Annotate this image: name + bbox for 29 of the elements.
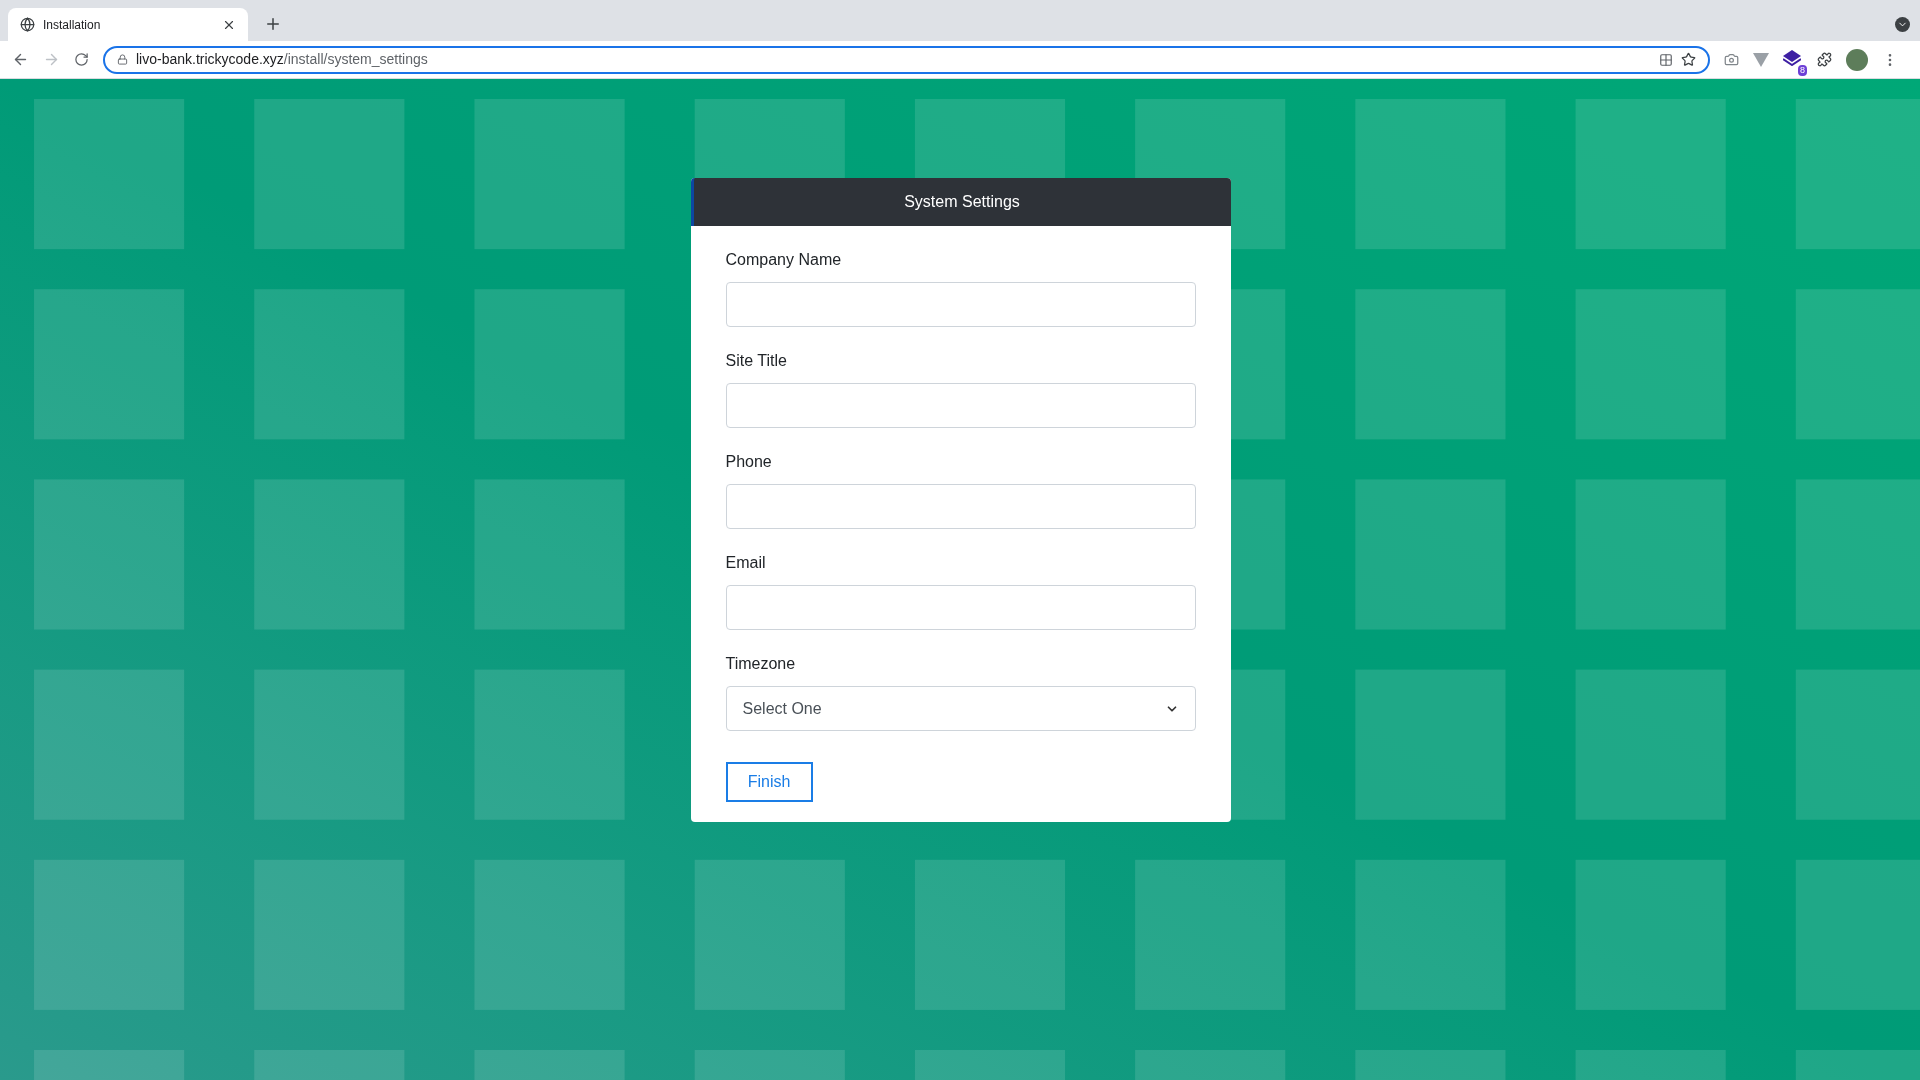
field-label: Phone bbox=[725, 452, 773, 472]
text-field[interactable] bbox=[725, 383, 1196, 428]
reload-icon[interactable] bbox=[74, 52, 89, 67]
back-icon[interactable] bbox=[12, 51, 29, 68]
tab-search-icon[interactable] bbox=[1895, 17, 1910, 32]
timezone-select[interactable]: Select One bbox=[725, 686, 1196, 731]
address-bar[interactable]: livo-bank.trickycode.xyz/install/system_settings bbox=[103, 45, 1710, 74]
text-field[interactable] bbox=[725, 282, 1196, 327]
card-title: System Settings bbox=[904, 192, 1020, 212]
new-tab-icon[interactable] bbox=[264, 15, 282, 33]
field-label: Email bbox=[725, 553, 767, 573]
url-text: livo-bank.trickycode.xyz/install/system_settings bbox=[136, 50, 429, 69]
stacked-layers-icon[interactable] bbox=[1783, 49, 1801, 66]
camera-icon[interactable] bbox=[1724, 52, 1739, 67]
field-label: Company Name bbox=[725, 250, 843, 270]
field-label: Timezone bbox=[725, 654, 797, 674]
qr-code-icon[interactable] bbox=[1659, 52, 1673, 67]
tab-title: Installation bbox=[43, 16, 102, 34]
browser-tab[interactable]: Installation bbox=[8, 8, 248, 41]
finish-button[interactable]: Finish bbox=[725, 762, 813, 802]
puzzle-icon[interactable] bbox=[1817, 52, 1832, 67]
field-label: Site Title bbox=[725, 351, 788, 371]
lock-icon bbox=[117, 54, 128, 65]
avatar-icon[interactable] bbox=[1846, 48, 1868, 71]
globe-icon bbox=[20, 17, 35, 32]
text-field[interactable] bbox=[725, 484, 1196, 529]
extension-badge: 8 bbox=[1798, 64, 1807, 76]
bookmark-star-icon[interactable] bbox=[1681, 52, 1696, 67]
text-field[interactable] bbox=[725, 585, 1196, 630]
